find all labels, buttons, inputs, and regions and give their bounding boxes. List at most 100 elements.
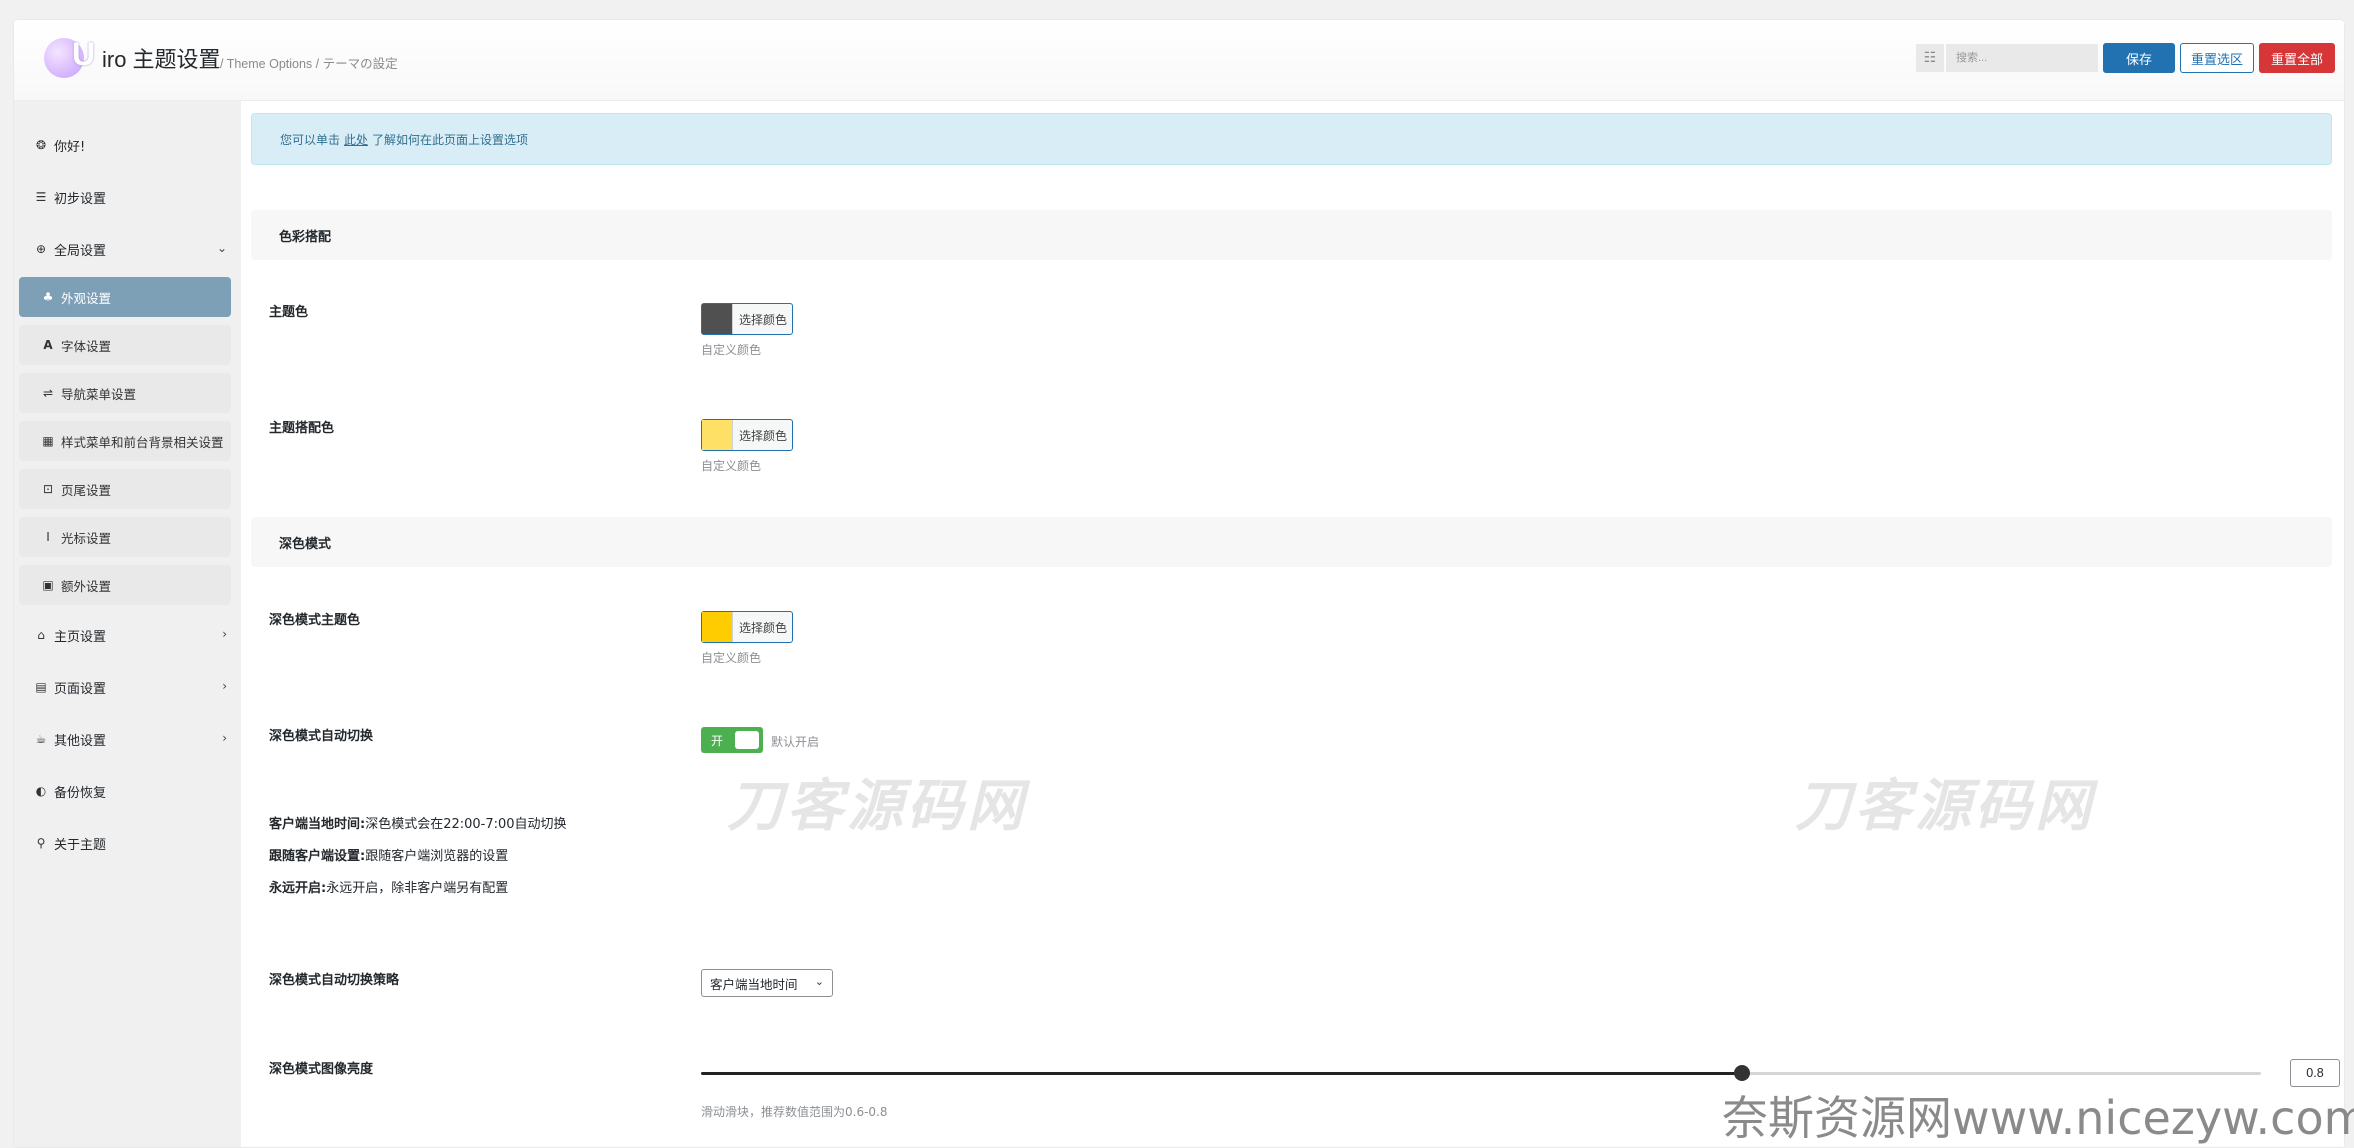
signpost-icon: ⇌: [42, 386, 54, 400]
page-title: iro 主题设置: [102, 47, 221, 72]
dark-brightness-desc: 滑动滑块，推荐数值范围为0.6-0.8: [701, 1105, 888, 1119]
notice-link[interactable]: 此处: [344, 131, 368, 148]
brightness-slider-fill: [701, 1072, 1742, 1075]
dark-auto-toggle[interactable]: 开: [701, 727, 763, 753]
sidebar-subitem-style-background[interactable]: ▦ 样式菜单和前台背景相关设置: [19, 421, 231, 461]
dark-theme-color-desc: 自定义颜色: [701, 651, 762, 665]
i-cursor-icon: I: [46, 530, 50, 544]
dark-theme-color-label: 深色模式主题色: [269, 613, 361, 628]
reset-all-button[interactable]: 重置全部: [2259, 43, 2335, 73]
dark-brightness-label: 深色模式图像亮度: [269, 1062, 374, 1077]
dark-theme-color-swatch: [702, 612, 733, 642]
shield-icon: ◐: [35, 784, 47, 798]
sidebar-item-label: 关于主题: [54, 837, 107, 853]
dark-theme-color-picker-button[interactable]: 选择颜色: [701, 611, 793, 643]
theme-accent-button-label: 选择颜色: [739, 428, 788, 443]
expand-all-icon[interactable]: ☷: [1916, 44, 1944, 72]
brightness-slider-track[interactable]: [701, 1065, 2261, 1081]
theme-color-button-label: 选择颜色: [739, 312, 788, 327]
sidebar-subitem-footer[interactable]: ⊡ 页尾设置: [19, 469, 231, 509]
theme-color-desc: 自定义颜色: [701, 343, 762, 357]
theme-color-swatch: [702, 304, 733, 334]
sidebar-subitem-label: 光标设置: [61, 530, 112, 546]
brightness-value-input[interactable]: 0.8: [2290, 1059, 2340, 1087]
balloon-icon: ❂: [35, 138, 47, 152]
theme-options-window: U iro 主题设置 / Theme Options / テーマの設定 ☷ 保存…: [14, 20, 2344, 1147]
sidebar-subitem-label: 导航菜单设置: [61, 386, 137, 402]
sidebar-subitem-label: 外观设置: [61, 290, 112, 306]
dark-info-key: 客户端当地时间:: [269, 817, 366, 832]
theme-accent-swatch: [702, 420, 733, 450]
sidebar-subitem-extra[interactable]: ▣ 额外设置: [19, 565, 231, 605]
page-subtitle: / Theme Options / テーマの設定: [220, 57, 398, 71]
section-heading-color: 色彩搭配: [251, 210, 2332, 260]
save-button[interactable]: 保存: [2103, 43, 2175, 73]
sidebar-item-backup[interactable]: ◐ 备份恢复: [14, 771, 241, 811]
chevron-right-icon: ›: [222, 627, 227, 641]
sidebar-subitem-font[interactable]: A 字体设置: [19, 325, 231, 365]
file-icon: ▤: [35, 680, 47, 694]
home-icon: ⌂: [37, 628, 45, 642]
sidebar-item-initial[interactable]: ☰ 初步设置: [14, 177, 241, 217]
chevron-down-icon: ⌄: [216, 241, 227, 255]
paperclip-icon: ⚲: [36, 836, 46, 850]
dark-info-line: 永远开启:永远开启，除非客户端另有配置: [269, 877, 508, 896]
theme-color-label: 主题色: [269, 305, 309, 320]
dark-strategy-label: 深色模式自动切换策略: [269, 973, 400, 988]
sidebar-subitem-label: 额外设置: [61, 578, 112, 594]
sidebar-item-global[interactable]: ⊕ 全局设置 ⌄: [14, 229, 241, 269]
sidebar-subitem-label: 页尾设置: [61, 482, 112, 498]
dark-info-line: 客户端当地时间:深色模式会在22:00-7:00自动切换: [269, 813, 567, 832]
sidebar-item-label: 全局设置: [54, 243, 107, 259]
dark-info-key: 永远开启:: [269, 881, 327, 896]
theme-accent-desc: 自定义颜色: [701, 459, 762, 473]
help-notice: 您可以单击 此处 了解如何在此页面上设置选项: [251, 113, 2332, 165]
font-icon: A: [43, 338, 53, 352]
sidebar-item-label: 备份恢复: [54, 785, 107, 801]
watermark-text: 刀客源码网: [727, 774, 1027, 839]
watermark-text: 刀客源码网: [1795, 774, 2095, 839]
sidebar-item-hello[interactable]: ❂ 你好!: [14, 125, 241, 165]
sidebar-item-page[interactable]: ▤ 页面设置 ›: [14, 667, 241, 707]
dark-info-value: 永远开启，除非客户端另有配置: [326, 881, 509, 896]
brightness-slider-thumb[interactable]: [1733, 1065, 1750, 1081]
globe-icon: ⊕: [35, 242, 47, 256]
sidebar-subitem-label: 字体设置: [61, 338, 112, 354]
toggle-on-text: 开: [711, 733, 724, 748]
theme-accent-label: 主题搭配色: [269, 421, 335, 436]
sidebar-item-other[interactable]: ☕ 其他设置 ›: [14, 719, 241, 759]
sidebar-subitem-appearance[interactable]: ♣ 外观设置: [19, 277, 231, 317]
chevron-right-icon: ›: [222, 679, 227, 693]
sidebar-item-home[interactable]: ⌂ 主页设置 ›: [14, 615, 241, 655]
sidebar-item-label: 初步设置: [54, 191, 107, 207]
dark-info-value: 深色模式会在22:00-7:00自动切换: [365, 817, 567, 832]
dark-strategy-selected: 客户端当地时间: [710, 976, 798, 992]
sidebar-item-about[interactable]: ⚲ 关于主题: [14, 823, 241, 863]
options-header: U iro 主题设置 / Theme Options / テーマの設定 ☷ 保存…: [14, 20, 2344, 101]
sidebar-subitem-label: 样式菜单和前台背景相关设置: [61, 434, 224, 450]
logo-glyph: U: [72, 36, 96, 72]
search-input[interactable]: [1946, 44, 2098, 72]
dark-auto-label: 深色模式自动切换: [269, 729, 374, 744]
dark-theme-color-button-label: 选择颜色: [739, 620, 788, 635]
theme-color-picker-button[interactable]: 选择颜色: [701, 303, 793, 335]
sidebar-item-label: 你好!: [54, 139, 86, 155]
sidebar-item-label: 页面设置: [54, 681, 107, 697]
notice-text-before: 您可以单击: [280, 132, 341, 147]
sidebar: ❂ 你好! ☰ 初步设置 ⊕ 全局设置 ⌄ ♣ 外观设置 A 字体设置 ⇌ 导航…: [14, 101, 241, 1147]
sidebar-subitem-nav-menu[interactable]: ⇌ 导航菜单设置: [19, 373, 231, 413]
dark-strategy-select[interactable]: 客户端当地时间 ⌄: [701, 969, 833, 997]
theme-accent-picker-button[interactable]: 选择颜色: [701, 419, 793, 451]
notice-text-after: 了解如何在此页面上设置选项: [372, 132, 529, 147]
coffee-icon: ☕: [35, 732, 47, 746]
sidebar-subitem-cursor[interactable]: I 光标设置: [19, 517, 231, 557]
section-heading-dark: 深色模式: [251, 517, 2332, 567]
dark-info-key: 跟随客户端设置:: [269, 849, 366, 864]
reset-section-button[interactable]: 重置选区: [2180, 43, 2254, 73]
square-caret-icon: ⊡: [42, 482, 54, 496]
tree-icon: ♣: [42, 290, 54, 304]
grid-icon: ▦: [42, 434, 54, 448]
gift-icon: ▣: [42, 578, 54, 592]
dark-info-value: 跟随客户端浏览器的设置: [365, 849, 509, 864]
chevron-right-icon: ›: [222, 731, 227, 745]
